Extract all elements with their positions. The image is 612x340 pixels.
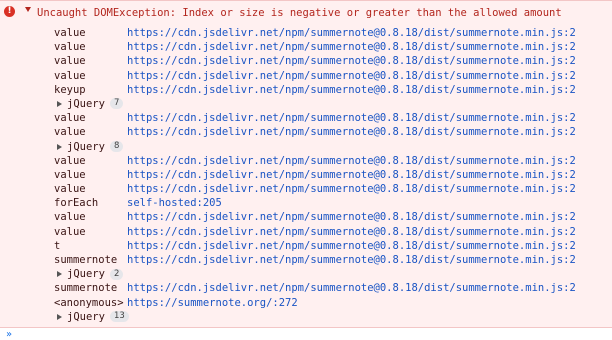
stack-frame-function: value: [54, 168, 86, 181]
frame-group-toggle[interactable]: jQuery 7: [57, 97, 124, 111]
frame-group-label: jQuery: [67, 310, 105, 323]
stack-frame-function: summernote: [54, 282, 118, 295]
stack-frame-function: forEach: [54, 197, 99, 210]
frame-group-toggle[interactable]: jQuery 8: [57, 140, 124, 154]
frame-group-label: jQuery: [67, 97, 105, 110]
frame-count-badge: 2: [109, 268, 124, 280]
stack-frame-source-link[interactable]: https://cdn.jsdelivr.net/npm/summernote@…: [127, 40, 576, 54]
frame-count-badge: 7: [109, 98, 124, 110]
stack-frame-source-link[interactable]: https://cdn.jsdelivr.net/npm/summernote@…: [127, 69, 576, 83]
stack-frame-function: value: [54, 55, 86, 68]
stack-frame-source-link[interactable]: https://summernote.org/:272: [127, 296, 298, 310]
stack-frame-function: value: [54, 211, 86, 224]
stack-frame-function: t: [54, 239, 61, 252]
stack-frame-source-link[interactable]: https://cdn.jsdelivr.net/npm/summernote@…: [127, 125, 576, 139]
stack-frame-function: value: [54, 225, 86, 238]
stack-frame-function: value: [54, 41, 86, 54]
stack-frame-function: summernote: [54, 254, 118, 266]
error-message[interactable]: Uncaught DOMException: Index or size is …: [37, 5, 562, 21]
stack-frame-function: value: [54, 183, 86, 196]
stack-frame-source-link[interactable]: https://cdn.jsdelivr.net/npm/summernote@…: [127, 83, 576, 97]
frame-group-label: jQuery: [67, 140, 105, 153]
console-error-entry: ! Uncaught DOMException: Index or size i…: [0, 0, 612, 328]
stack-frame-source-link[interactable]: https://cdn.jsdelivr.net/npm/summernote@…: [127, 111, 576, 125]
stack-frame-function: value: [54, 69, 86, 82]
stack-frame-source-link[interactable]: https://cdn.jsdelivr.net/npm/summernote@…: [127, 154, 576, 168]
stack-frame-source-link[interactable]: self-hosted:205: [127, 196, 222, 210]
stack-frame-function: value: [54, 154, 86, 167]
frame-count-badge: 8: [109, 141, 124, 152]
error-icon: !: [4, 6, 15, 17]
stack-frame-function: value: [54, 112, 86, 125]
stack-frame-function: value: [54, 27, 86, 39]
expand-arrow-icon[interactable]: [57, 313, 62, 320]
stack-frame-source-link[interactable]: https://cdn.jsdelivr.net/npm/summernote@…: [127, 239, 576, 253]
expand-arrow-icon[interactable]: [57, 271, 62, 278]
frame-count-badge: 13: [109, 311, 129, 323]
stack-frame-function: <anonymous>: [54, 296, 124, 309]
stack-frame-source-link[interactable]: https://cdn.jsdelivr.net/npm/summernote@…: [127, 253, 576, 267]
stack-frame-source-link[interactable]: https://cdn.jsdelivr.net/npm/summernote@…: [127, 182, 576, 196]
collapse-arrow-icon[interactable]: [25, 7, 31, 12]
stack-frame-source-link[interactable]: https://cdn.jsdelivr.net/npm/summernote@…: [127, 281, 576, 295]
stack-frame-function: keyup: [54, 83, 86, 96]
stack-frame-function: value: [54, 126, 86, 139]
error-header[interactable]: ! Uncaught DOMException: Index or size i…: [0, 5, 612, 21]
stack-frame-source-link[interactable]: https://cdn.jsdelivr.net/npm/summernote@…: [127, 210, 576, 224]
expand-arrow-icon[interactable]: [57, 143, 62, 150]
stack-frame-source-link[interactable]: https://cdn.jsdelivr.net/npm/summernote@…: [127, 225, 576, 239]
stack-frame-source-link[interactable]: https://cdn.jsdelivr.net/npm/summernote@…: [127, 168, 576, 182]
frame-group-toggle[interactable]: jQuery 2: [57, 267, 124, 281]
stack-frame-source-link[interactable]: https://cdn.jsdelivr.net/npm/summernote@…: [127, 54, 576, 68]
expand-arrow-icon[interactable]: [57, 100, 62, 107]
console-prompt-icon[interactable]: »: [6, 330, 12, 340]
frame-group-label: jQuery: [67, 268, 105, 281]
stack-frame-source-link[interactable]: https://cdn.jsdelivr.net/npm/summernote@…: [127, 26, 576, 40]
frame-group-toggle[interactable]: jQuery 13: [57, 310, 129, 324]
